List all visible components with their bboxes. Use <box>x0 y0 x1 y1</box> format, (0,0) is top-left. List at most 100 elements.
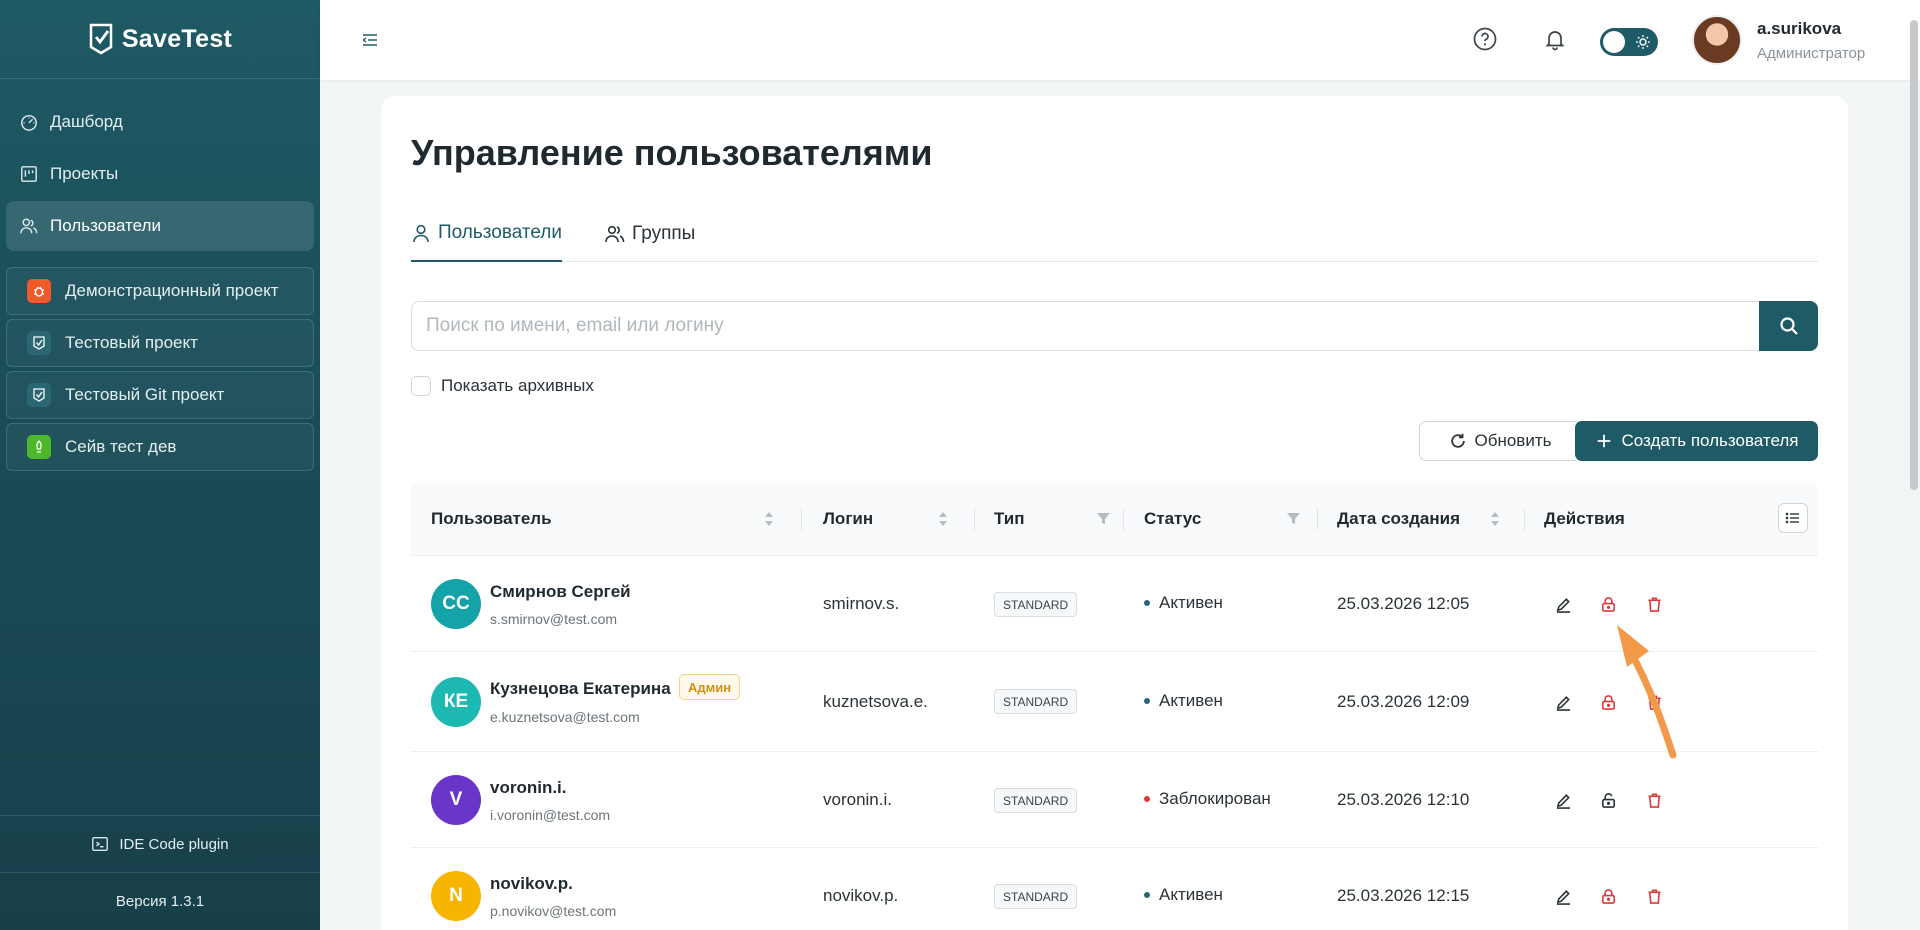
created-date: 25.03.2026 12:15 <box>1337 885 1470 905</box>
tab-label: Группы <box>632 223 696 244</box>
created-date: 25.03.2026 12:10 <box>1337 789 1470 809</box>
refresh-label: Обновить <box>1474 431 1552 450</box>
collapse-sidebar-icon[interactable] <box>360 30 380 50</box>
user-full-name: Смирнов Сергей <box>490 582 631 601</box>
create-label: Создать пользователя <box>1621 431 1799 450</box>
project-label: Демонстрационный проект <box>65 281 279 300</box>
status-label: Активен <box>1159 593 1223 612</box>
nav-label: Дашборд <box>50 112 123 131</box>
search-input[interactable] <box>411 301 1759 351</box>
project-item-demo[interactable]: Демонстрационный проект <box>6 267 314 315</box>
savetest-logo-icon <box>89 23 113 55</box>
tab-groups[interactable]: Группы <box>605 206 695 262</box>
show-archived-label: Показать архивных <box>441 376 594 395</box>
show-archived-checkbox[interactable] <box>411 376 431 396</box>
table-row[interactable]: N novikov.p. p.novikov@test.com novikov.… <box>411 848 1818 930</box>
lock-button[interactable] <box>1597 885 1619 907</box>
filter-icon[interactable] <box>1287 512 1300 525</box>
column-settings-button[interactable] <box>1778 503 1808 533</box>
page-scrollbar[interactable] <box>1910 20 1918 490</box>
filter-icon[interactable] <box>1097 512 1110 525</box>
user-full-name: novikov.p. <box>490 874 573 893</box>
nav-item-users[interactable]: Пользователи <box>6 201 314 251</box>
nav-label: Проекты <box>50 164 119 183</box>
status-label: Активен <box>1159 691 1223 710</box>
column-header-actions: Действия <box>1544 508 1625 528</box>
pencil-icon <box>1556 793 1570 809</box>
user-avatar[interactable] <box>1692 15 1742 65</box>
user-status: Заблокирован <box>1144 789 1271 809</box>
terminal-icon <box>92 837 109 851</box>
help-icon[interactable] <box>1472 26 1498 52</box>
project-item-git[interactable]: Тестовый Git проект <box>6 371 314 419</box>
tab-users[interactable]: Пользователи <box>411 206 563 262</box>
delete-button[interactable] <box>1643 691 1665 713</box>
user-full-name: voronin.i. <box>490 778 567 797</box>
user-full-name: Кузнецова Екатерина <box>490 679 671 698</box>
project-item-test[interactable]: Тестовый проект <box>6 319 314 367</box>
bell-icon[interactable] <box>1542 26 1568 52</box>
user-login: voronin.i. <box>823 789 892 809</box>
main-nav: Дашборд Проекты Пользователи Демонстраци… <box>0 79 320 471</box>
user-email: s.smirnov@test.com <box>490 611 618 627</box>
lock-icon <box>1601 694 1615 710</box>
table-row[interactable]: КЕ Кузнецова Екатерина Админ e.kuznetsov… <box>411 652 1818 752</box>
user-email: e.kuznetsova@test.com <box>490 709 640 725</box>
lock-icon <box>1601 888 1615 904</box>
plus-icon <box>1597 434 1610 448</box>
user-name: a.surikova <box>1757 19 1842 38</box>
status-label: Заблокирован <box>1159 789 1271 808</box>
trash-icon <box>1647 597 1661 612</box>
edit-button[interactable] <box>1552 789 1574 811</box>
user-email: i.voronin@test.com <box>490 807 611 823</box>
lock-button[interactable] <box>1597 691 1619 713</box>
create-user-button[interactable]: Создать пользователя <box>1575 421 1818 461</box>
ide-plugin-label: IDE Code plugin <box>119 835 229 853</box>
user-icon <box>413 224 429 243</box>
nav-item-projects[interactable]: Проекты <box>6 149 314 199</box>
table-row[interactable]: V voronin.i. i.voronin@test.com voronin.… <box>411 752 1818 848</box>
page-title: Управление пользователями <box>411 132 933 173</box>
table-row[interactable]: СС Смирнов Сергей s.smirnov@test.com smi… <box>411 556 1818 652</box>
delete-button[interactable] <box>1643 789 1665 811</box>
sort-icon[interactable] <box>938 511 948 527</box>
sort-icon[interactable] <box>764 511 774 527</box>
nav-label: Пользователи <box>50 216 161 235</box>
edit-button[interactable] <box>1552 593 1574 615</box>
edit-button[interactable] <box>1552 885 1574 907</box>
delete-button[interactable] <box>1643 885 1665 907</box>
sort-icon[interactable] <box>1490 511 1500 527</box>
user-type-badge: STANDARD <box>994 689 1078 714</box>
user-status: Активен <box>1144 593 1223 613</box>
user-login: smirnov.s. <box>823 593 900 613</box>
savetest-icon <box>27 331 51 355</box>
nav-item-dashboard[interactable]: Дашборд <box>6 97 314 147</box>
trash-icon <box>1647 695 1661 710</box>
bug-icon <box>27 279 51 303</box>
users-table: Пользователь Логин Тип Статус Дата созда… <box>411 481 1818 930</box>
projects-icon <box>21 166 37 182</box>
sun-icon <box>1636 35 1650 49</box>
search-button[interactable] <box>1759 301 1818 351</box>
user-avatar: V <box>431 775 481 825</box>
project-item-dev[interactable]: Сейв тест дев <box>6 423 314 471</box>
edit-button[interactable] <box>1552 691 1574 713</box>
logo[interactable]: SaveTest <box>0 0 320 79</box>
ide-plugin-link[interactable]: IDE Code plugin <box>0 816 320 873</box>
users-icon <box>20 218 38 234</box>
unlock-icon <box>1601 792 1615 808</box>
user-type-badge: STANDARD <box>994 884 1078 909</box>
status-label: Активен <box>1159 885 1223 904</box>
project-label: Сейв тест дев <box>65 437 177 456</box>
user-status: Активен <box>1144 691 1223 711</box>
column-header-created: Дата создания <box>1337 508 1461 528</box>
theme-toggle[interactable] <box>1600 28 1658 56</box>
user-login: kuznetsova.e. <box>823 691 928 711</box>
column-divider <box>1524 508 1525 530</box>
refresh-button[interactable]: Обновить <box>1419 421 1581 461</box>
column-header-type: Тип <box>994 508 1025 528</box>
delete-button[interactable] <box>1643 593 1665 615</box>
column-divider <box>1123 508 1124 530</box>
lock-button[interactable] <box>1597 593 1619 615</box>
unlock-button[interactable] <box>1597 789 1619 811</box>
